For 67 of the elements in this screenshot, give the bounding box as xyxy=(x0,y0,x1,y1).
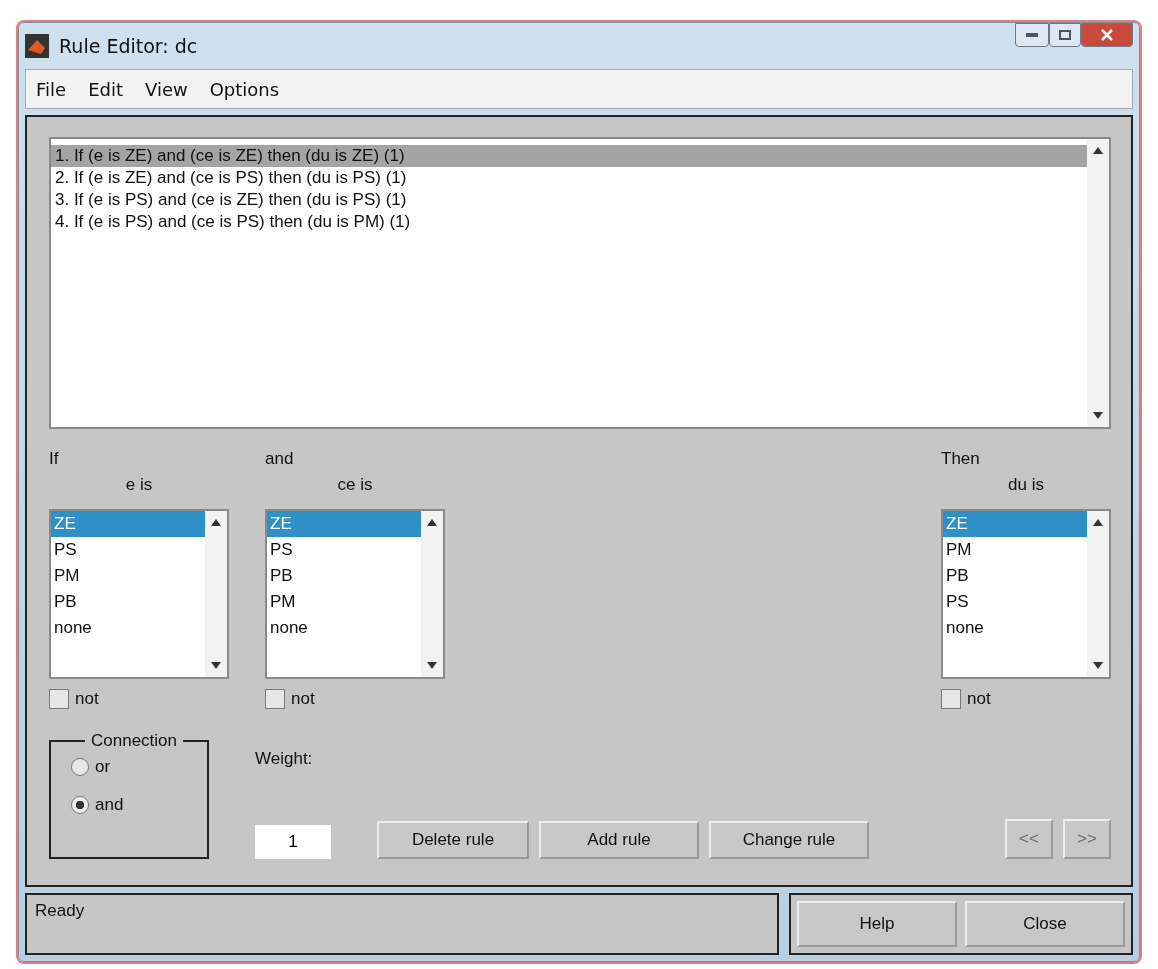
membership-listbox[interactable]: ZE PS PB PM none xyxy=(265,509,445,679)
scroll-down-icon[interactable] xyxy=(1093,412,1103,419)
app-logo-icon xyxy=(25,34,49,58)
scroll-up-icon[interactable] xyxy=(1093,519,1103,526)
checkbox-label: not xyxy=(967,689,991,709)
section-label: If xyxy=(49,449,60,469)
variable-label: e is xyxy=(125,475,153,495)
radio-button[interactable] xyxy=(71,796,89,814)
rule-action-button[interactable]: Delete rule xyxy=(377,821,529,859)
list-option[interactable]: PB xyxy=(943,563,1087,589)
scroll-down-icon[interactable] xyxy=(211,662,221,669)
group-title: Connection xyxy=(90,731,178,751)
minimize-icon xyxy=(1026,33,1038,37)
list-option[interactable]: PS xyxy=(51,537,205,563)
scroll-up-icon[interactable] xyxy=(427,519,437,526)
minimize-button[interactable] xyxy=(1015,23,1049,47)
menu-item[interactable]: Edit xyxy=(88,78,123,100)
rule-item[interactable]: 3. If (e is PS) and (ce is ZE) then (du is PS) (1) xyxy=(51,189,1087,211)
list-option[interactable]: PM xyxy=(267,589,421,615)
list-option[interactable]: PS xyxy=(943,589,1087,615)
list-option[interactable]: PM xyxy=(943,537,1087,563)
list-option[interactable]: none xyxy=(943,615,1087,641)
section-label: and xyxy=(265,449,295,469)
list-option[interactable]: PM xyxy=(51,563,205,589)
scroll-up-icon[interactable] xyxy=(211,519,221,526)
status-text: Ready xyxy=(25,893,779,955)
menu-item[interactable]: Options xyxy=(209,78,280,100)
footer-button[interactable]: Help xyxy=(797,901,957,947)
list-option[interactable]: ZE xyxy=(943,511,1087,537)
section-label: Then xyxy=(941,449,981,469)
footer-button[interactable]: Close xyxy=(965,901,1125,947)
maximize-icon xyxy=(1059,30,1071,40)
scroll-up-icon[interactable] xyxy=(1093,147,1103,154)
checkbox-label: not xyxy=(291,689,315,709)
not-checkbox[interactable] xyxy=(941,689,961,709)
membership-listbox[interactable]: ZE PS PM PB none xyxy=(49,509,229,679)
checkbox-label: not xyxy=(75,689,99,709)
list-option[interactable]: PB xyxy=(51,589,205,615)
close-window-button[interactable] xyxy=(1081,23,1133,47)
radio-label: and xyxy=(95,795,124,815)
rule-item[interactable]: 2. If (e is ZE) and (ce is PS) then (du is PS) (1) xyxy=(51,167,1087,189)
scroll-down-icon[interactable] xyxy=(1093,662,1103,669)
scroll-down-icon[interactable] xyxy=(427,662,437,669)
weight-field[interactable]: 1 xyxy=(255,825,331,859)
rule-item[interactable]: 4. If (e is PS) and (ce is PS) then (du is PM) (1) xyxy=(51,211,1087,233)
list-option[interactable]: ZE xyxy=(51,511,205,537)
not-checkbox[interactable] xyxy=(49,689,69,709)
radio-label: or xyxy=(95,757,111,777)
window-title: Rule Editor: dc xyxy=(59,35,198,57)
list-option[interactable]: none xyxy=(51,615,205,641)
menu-item[interactable]: File xyxy=(36,78,67,100)
variable-label: ce is xyxy=(337,475,373,495)
weight-label: Weight: xyxy=(255,749,314,769)
membership-listbox[interactable]: ZE PM PB PS none xyxy=(941,509,1111,679)
menu-item[interactable]: View xyxy=(145,78,188,100)
close-icon xyxy=(1101,29,1113,41)
radio-button[interactable] xyxy=(71,758,89,776)
rule-action-button[interactable]: Change rule xyxy=(709,821,869,859)
list-option[interactable]: PB xyxy=(267,563,421,589)
variable-label: du is xyxy=(1008,475,1044,495)
rule-action-button[interactable]: Add rule xyxy=(539,821,699,859)
not-checkbox[interactable] xyxy=(265,689,285,709)
maximize-button[interactable] xyxy=(1049,23,1081,47)
list-option[interactable]: ZE xyxy=(267,511,421,537)
list-option[interactable]: PS xyxy=(267,537,421,563)
list-option[interactable]: none xyxy=(267,615,421,641)
rule-item[interactable]: 1. If (e is ZE) and (ce is ZE) then (du is ZE) (1) xyxy=(51,145,1087,167)
